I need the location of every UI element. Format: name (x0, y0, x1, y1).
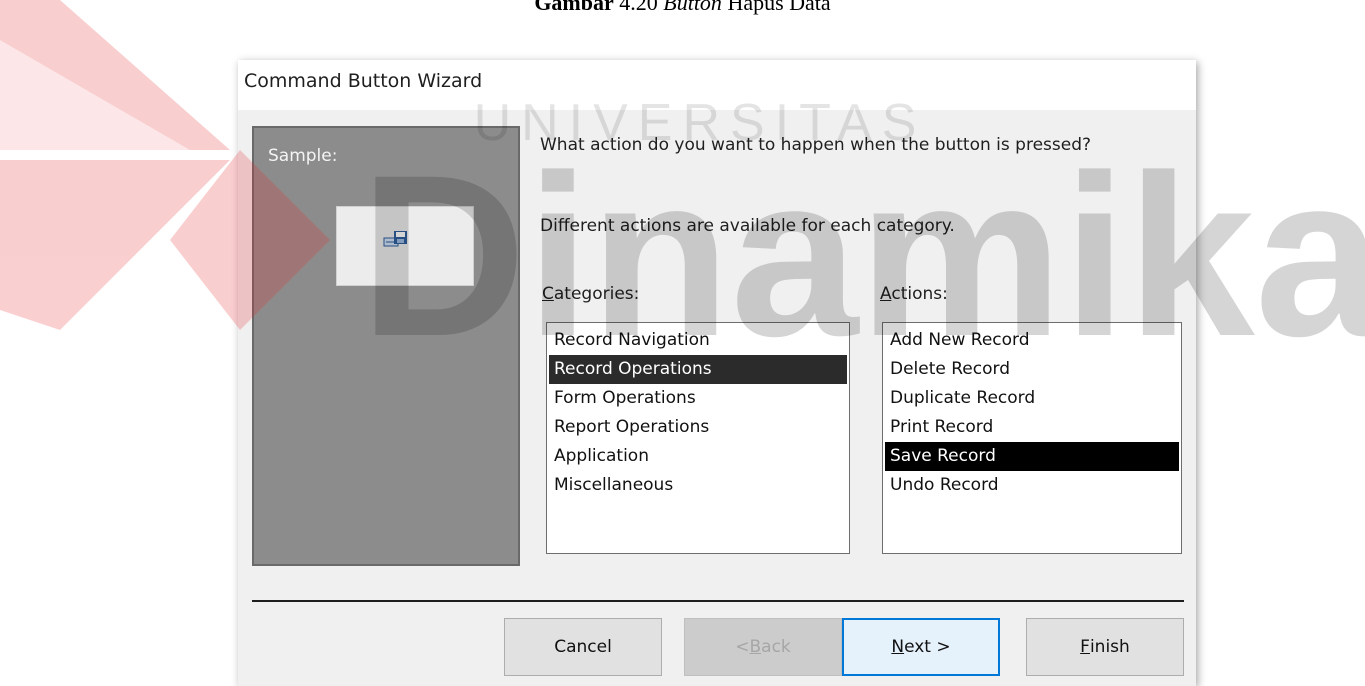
action-list-item[interactable]: Save Record (885, 442, 1179, 471)
category-list-item[interactable]: Record Operations (549, 355, 847, 384)
action-list-item[interactable]: Undo Record (885, 471, 1179, 500)
caption-suffix: Hapus Data (721, 0, 831, 15)
window-title: Command Button Wizard (244, 70, 483, 92)
action-list-item[interactable]: Duplicate Record (885, 384, 1179, 413)
figure-caption: Gambar 4.20 Button Hapus Data (0, 0, 1365, 22)
wizard-hint: Different actions are available for each… (540, 216, 955, 236)
cancel-button[interactable]: Cancel (504, 618, 662, 676)
actions-label: Actions: (880, 284, 948, 304)
next-button[interactable]: Next > (842, 618, 1000, 676)
category-list-item[interactable]: Application (549, 442, 847, 471)
caption-italic: Button (663, 0, 722, 15)
categories-listbox[interactable]: Record Navigation Record Operations Form O… (546, 322, 850, 554)
category-list-item[interactable]: Report Operations (549, 413, 847, 442)
category-list-item[interactable]: Miscellaneous (549, 471, 847, 500)
save-record-icon (383, 231, 407, 247)
sample-label: Sample: (268, 146, 338, 166)
button-divider (252, 600, 1184, 602)
sample-button-preview (336, 206, 474, 286)
title-bar[interactable]: Command Button Wizard (238, 60, 1196, 110)
sample-panel: Sample: (252, 126, 520, 566)
wizard-question: What action do you want to happen when t… (540, 135, 1092, 155)
category-list-item[interactable]: Form Operations (549, 384, 847, 413)
caption-number: 4.20 (613, 0, 664, 15)
command-button-wizard-dialog: Command Button Wizard Sample: What actio… (238, 60, 1196, 686)
caption-prefix: Gambar (534, 0, 614, 15)
categories-label: Categories: (542, 284, 640, 304)
actions-listbox[interactable]: Add New Record Delete Record Duplicate Rec… (882, 322, 1182, 554)
back-button[interactable]: < Back (684, 618, 842, 676)
finish-button[interactable]: Finish (1026, 618, 1184, 676)
action-list-item[interactable]: Print Record (885, 413, 1179, 442)
category-list-item[interactable]: Record Navigation (549, 326, 847, 355)
action-list-item[interactable]: Delete Record (885, 355, 1179, 384)
action-list-item[interactable]: Add New Record (885, 326, 1179, 355)
